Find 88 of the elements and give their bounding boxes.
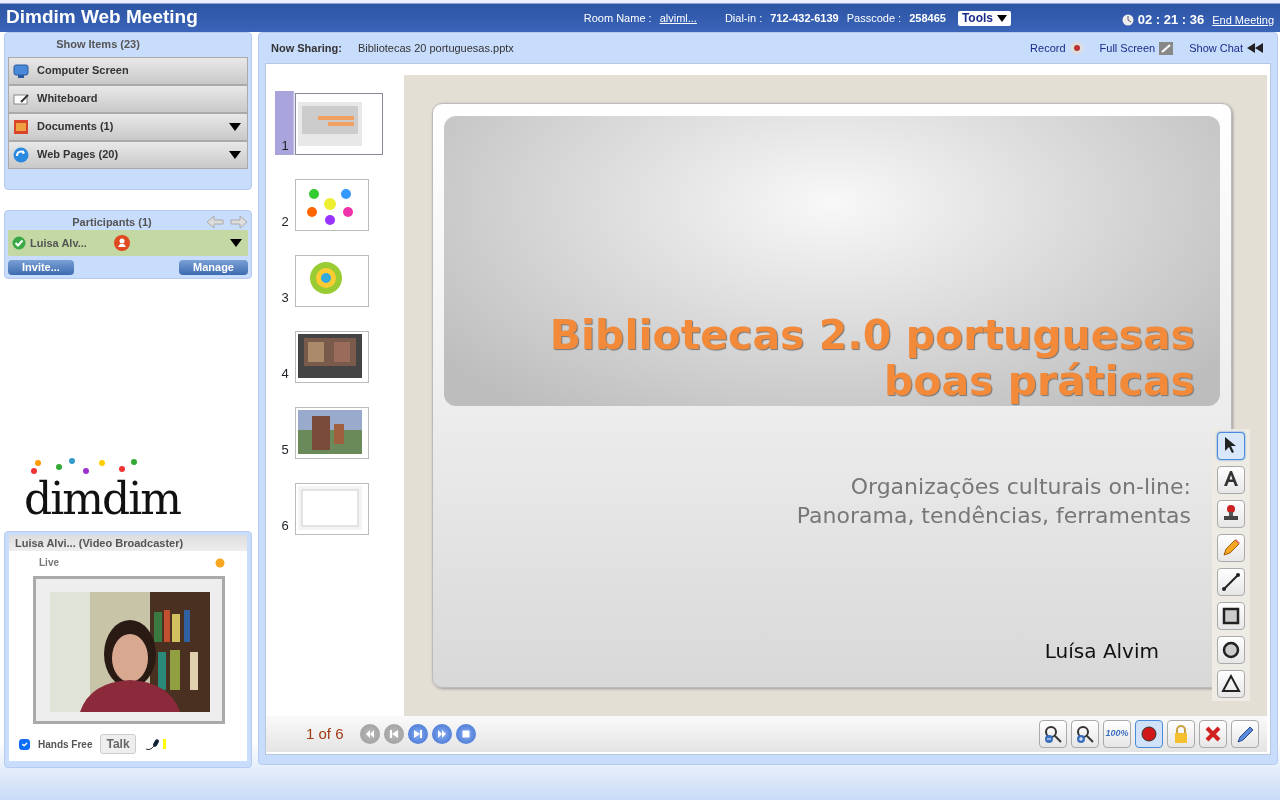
panel-title: Participants (1)	[71, 214, 153, 230]
show-chat-button[interactable]: Show Chat	[1189, 39, 1263, 57]
now-sharing-label: Now Sharing:	[271, 40, 342, 56]
slide-number: 3	[280, 288, 290, 307]
logo: dimdim	[24, 476, 180, 521]
slide-number: 6	[280, 516, 290, 535]
page-indicator: 1 of 6	[306, 723, 344, 744]
record-icon	[1069, 41, 1084, 55]
toolbar-button[interactable]: 100%	[1103, 720, 1131, 748]
slide-thumbnail[interactable]	[295, 255, 369, 307]
zoom-out-icon	[1043, 724, 1063, 744]
slide-number: 2	[280, 212, 290, 231]
monitor-icon	[13, 62, 29, 79]
slide-thumbnail[interactable]	[295, 407, 369, 459]
dial-in-label: Dial-in :	[724, 11, 763, 26]
skip-forward-icon	[411, 728, 424, 740]
video-panel-title: Luisa Alvi... (Video Broadcaster)	[9, 534, 247, 552]
tools-menu-button[interactable]: Tools	[957, 10, 1011, 26]
toolbar-button[interactable]	[1199, 720, 1227, 748]
zoom-in-icon	[1075, 724, 1095, 744]
hands-free-checkbox[interactable]	[19, 738, 30, 750]
pencil-icon	[1220, 537, 1242, 559]
slide-thumbnail[interactable]	[295, 179, 369, 231]
room-name-link[interactable]: alviml...	[659, 10, 697, 27]
passcode-value: 258465	[909, 11, 946, 26]
line-tool-icon	[1220, 571, 1242, 593]
record-icon	[1139, 724, 1159, 744]
slide-author: Luísa Alvim	[1044, 638, 1159, 665]
passcode-label: Passcode :	[846, 11, 902, 26]
hands-free-label: Hands Free	[38, 737, 93, 752]
draw-tool-button[interactable]	[1217, 466, 1245, 494]
panel-title: Show Items (23)	[55, 37, 141, 52]
manage-button[interactable]: Manage	[179, 260, 248, 275]
draw-tool-button[interactable]	[1217, 670, 1245, 698]
draw-tool-button[interactable]	[1217, 568, 1245, 596]
dropdown-arrow-icon[interactable]	[229, 122, 241, 131]
slide-number: 1	[275, 91, 295, 155]
draw-tool-button[interactable]	[1217, 500, 1245, 528]
playback-button[interactable]	[407, 724, 428, 744]
draw-tool-button[interactable]	[1217, 602, 1245, 630]
dropdown-arrow-icon[interactable]	[229, 150, 241, 159]
end-meeting-link[interactable]: End Meeting	[1212, 11, 1274, 28]
clock-icon	[1121, 13, 1134, 26]
toolbar-button[interactable]	[1231, 720, 1259, 748]
show-item[interactable]: Web Pages (20)	[8, 140, 248, 169]
pencil-icon	[1235, 724, 1255, 744]
circle-icon	[1220, 639, 1242, 661]
talk-button[interactable]: Talk	[100, 734, 136, 755]
skip-back-icon	[387, 728, 400, 740]
refresh-icon	[13, 146, 29, 163]
document-icon	[13, 118, 29, 135]
caret-icon	[997, 14, 1007, 22]
show-item[interactable]: Computer Screen	[8, 56, 248, 85]
toolbar-button[interactable]	[1135, 720, 1163, 748]
participant-row[interactable]: Luisa Alv...	[8, 230, 248, 256]
show-item[interactable]: Whiteboard	[8, 84, 248, 113]
slide-thumbnail[interactable]	[295, 483, 369, 535]
status-dot-icon	[215, 557, 225, 568]
meeting-timer: 02 : 21 : 36	[1137, 11, 1205, 29]
dial-in-number: 712-432-6139	[770, 11, 839, 26]
slide-thumbnail[interactable]	[295, 93, 383, 155]
slide-title: Bibliotecas 2.0 portuguesas boas práticas	[549, 312, 1195, 404]
room-name-label: Room Name :	[583, 11, 652, 26]
invite-button[interactable]: Invite...	[8, 260, 74, 275]
full-screen-button[interactable]: Full Screen	[1099, 39, 1174, 57]
app-title: Dimdim Web Meeting	[6, 5, 198, 29]
playback-button[interactable]	[431, 724, 452, 744]
shared-file-name: Bibliotecas 20 portuguesas.pptx	[357, 40, 514, 56]
live-status: Live	[39, 556, 59, 571]
microphone-icon	[143, 737, 168, 752]
close-icon	[1203, 724, 1223, 744]
playback-button[interactable]	[455, 724, 476, 744]
slide-subtitle: Organizações culturais on-line: Panorama, tendências, ferramentas	[796, 473, 1191, 530]
fast-forward-icon	[435, 728, 448, 740]
expand-icon	[1159, 41, 1174, 55]
square-icon	[1220, 605, 1242, 627]
toolbar-button[interactable]	[1071, 720, 1099, 748]
slide-number: 5	[280, 440, 290, 459]
slide-number: 4	[280, 364, 290, 383]
draw-tool-button[interactable]	[1217, 432, 1245, 460]
draw-tool-button[interactable]	[1217, 636, 1245, 664]
slide-thumbnail[interactable]	[295, 331, 369, 383]
toolbar-button[interactable]	[1039, 720, 1067, 748]
dropdown-arrow-icon[interactable]	[230, 239, 242, 247]
triangle-icon	[1220, 673, 1242, 695]
record-button[interactable]: Record	[1030, 39, 1084, 57]
rewind-icon	[1247, 43, 1263, 53]
show-item[interactable]: Documents (1)	[8, 112, 248, 141]
